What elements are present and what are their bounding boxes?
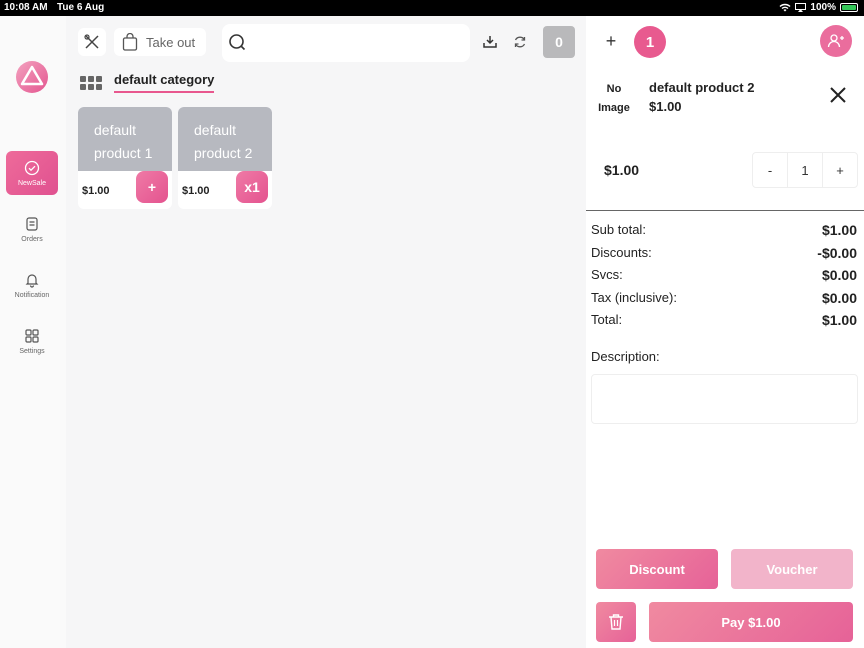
sidebar-item-label: Settings [19,347,45,355]
description-field[interactable] [591,374,858,424]
increment-button[interactable]: + [822,153,857,187]
product-price: $1.00 [82,185,110,197]
add-product-button[interactable]: + [136,171,168,203]
tools-button[interactable] [78,28,106,56]
grid-squares-icon [25,328,39,343]
download-button[interactable] [476,28,504,56]
line-total: $1.00 [604,162,640,178]
order-type-label: Take out [146,34,196,50]
summary-value: $1.00 [821,312,857,328]
cart-panel: + 1 No Image default product 2 $1.00 $1.… [586,16,864,648]
add-customer-button[interactable] [820,25,852,57]
category-grid-icon[interactable] [80,75,102,90]
item-image-placeholder: No Image [598,83,630,114]
category-bar: default category [80,72,215,93]
order-type-selector[interactable]: Take out [114,28,206,56]
delete-order-button[interactable] [596,602,636,642]
voucher-button[interactable]: Voucher [731,549,853,589]
tools-icon [84,34,99,49]
summary-label: Sub total: [591,222,646,237]
summary-label: Tax (inclusive): [591,290,677,305]
download-icon [483,36,497,48]
cart-item-price: $1.00 [649,99,682,114]
status-indicators: 100% [779,2,858,13]
bag-icon [122,33,138,51]
pay-button[interactable]: Pay $1.00 [649,602,853,642]
discount-button[interactable]: Discount [596,549,718,589]
summary-value: $1.00 [821,222,857,238]
sidebar: NewSale Orders Notification Settings [0,16,66,648]
search-icon [229,34,246,51]
check-circle-icon [24,160,40,175]
trash-icon [609,614,623,630]
category-tab[interactable]: default category [114,72,215,93]
summary-discounts: Discounts: -$0.00 [591,245,857,261]
divider [586,210,864,211]
add-order-button[interactable]: + [596,26,626,56]
summary-value: -$0.00 [817,245,857,261]
description-label: Description: [591,349,660,364]
status-time: 10:08 AM [4,2,48,13]
wifi-icon [779,3,791,12]
quantity-stepper: - 1 + [752,152,858,188]
main-area: Take out 0 default category default prod… [66,16,586,648]
summary-subtotal: Sub total: $1.00 [591,222,857,238]
customer-count-badge[interactable]: 1 [634,26,666,58]
battery-icon [840,3,858,12]
sidebar-item-settings[interactable]: Settings [6,319,58,363]
add-user-icon [827,34,844,48]
refresh-icon [514,36,526,48]
product-card[interactable]: default product 2 $1.00 x1 [178,107,272,209]
product-name: default product 1 [78,107,172,171]
product-card[interactable]: default product 1 $1.00 + [78,107,172,209]
decrement-button[interactable]: - [753,153,787,187]
sidebar-item-label: Orders [21,235,43,243]
refresh-button[interactable] [506,28,534,56]
sidebar-item-notification[interactable]: Notification [6,263,58,307]
sidebar-item-newsale[interactable]: NewSale [6,151,58,195]
summary-value: $0.00 [821,267,857,283]
status-date: Tue 6 Aug [57,2,105,13]
summary-value: $0.00 [821,290,857,306]
product-price: $1.00 [182,185,210,197]
receipt-icon [26,216,38,231]
bell-icon [25,273,39,288]
status-bar: 10:08 AM Tue 6 Aug 100% [0,0,864,16]
summary-label: Svcs: [591,267,623,282]
search-input[interactable] [222,24,470,62]
battery-percent: 100% [810,2,836,13]
product-qty-button[interactable]: x1 [236,171,268,203]
app-logo[interactable] [15,60,49,94]
sidebar-item-label: Notification [14,291,50,299]
summary-total: Total: $1.00 [591,312,857,328]
summary-svcs: Svcs: $0.00 [591,267,857,283]
cart-item-name: default product 2 [649,80,755,95]
summary-tax: Tax (inclusive): $0.00 [591,290,857,306]
quantity-value[interactable]: 1 [787,153,822,187]
product-name: default product 2 [178,107,272,171]
close-icon[interactable] [829,86,847,104]
summary-label: Discounts: [591,245,652,260]
summary-label: Total: [591,312,623,327]
order-count-badge[interactable]: 0 [543,26,575,58]
sidebar-item-label: NewSale [17,179,46,187]
screen-mirror-icon [795,3,807,12]
sidebar-item-orders[interactable]: Orders [6,207,58,251]
